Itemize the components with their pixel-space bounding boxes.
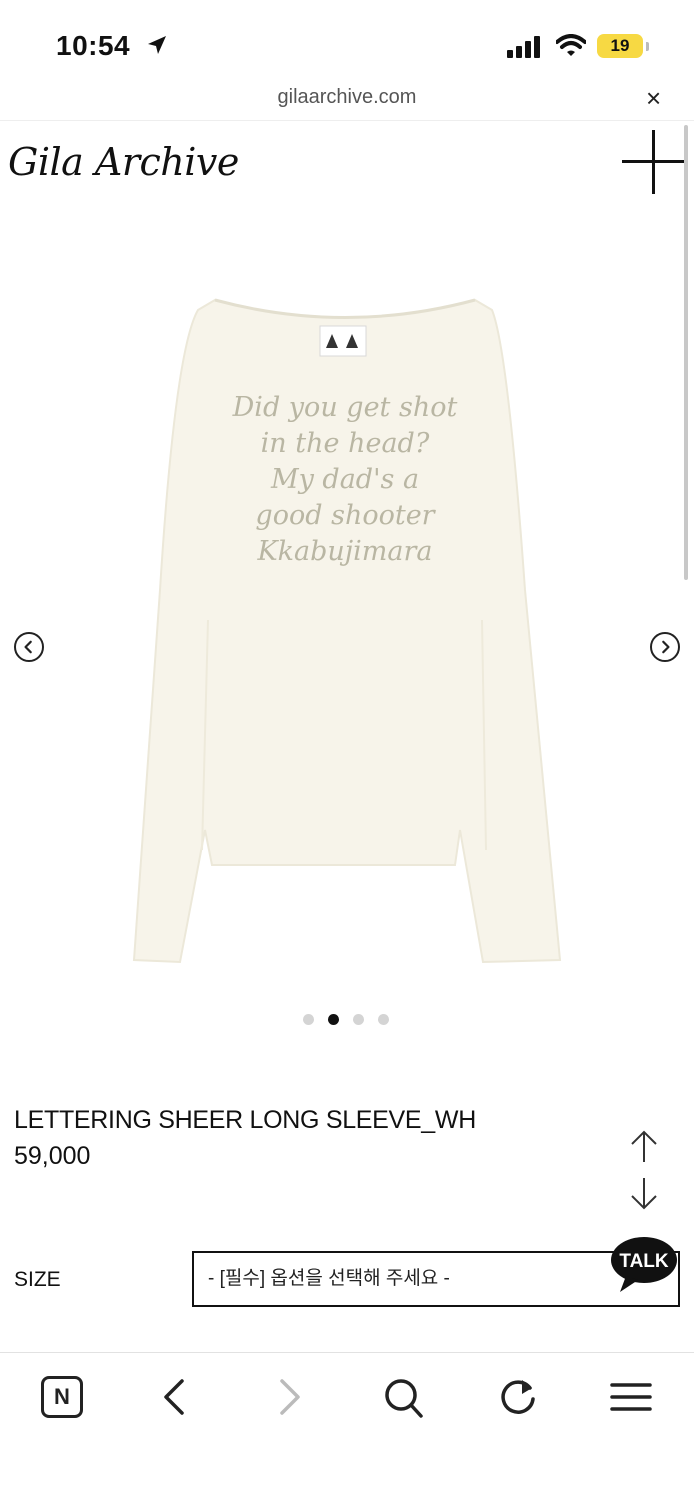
status-bar: 10:54 19	[0, 0, 694, 86]
url-text[interactable]: gilaarchive.com	[0, 86, 694, 109]
size-label: SIZE	[14, 1268, 61, 1291]
talk-label: TALK	[619, 1251, 669, 1272]
menu-icon[interactable]	[610, 1377, 652, 1417]
carousel-dot[interactable]	[303, 1014, 314, 1025]
back-icon[interactable]	[160, 1377, 190, 1417]
site-logo[interactable]: Gila Archive	[8, 140, 239, 184]
lettering-line: Kkabujimara	[257, 536, 433, 567]
carousel-dot[interactable]	[353, 1014, 364, 1025]
naver-home-icon[interactable]: N	[41, 1376, 83, 1418]
menu-plus-icon[interactable]	[622, 130, 686, 194]
scroll-down-icon[interactable]	[628, 1176, 660, 1212]
battery-indicator: 19	[597, 34, 643, 58]
refresh-icon[interactable]	[498, 1377, 538, 1419]
browser-toolbar: N	[0, 1353, 694, 1500]
lettering-line: Did you get shot	[232, 392, 458, 423]
search-icon[interactable]	[384, 1377, 424, 1421]
lettering-line: good shooter	[255, 500, 435, 531]
scroll-up-icon[interactable]	[628, 1128, 660, 1164]
divider	[0, 120, 694, 121]
url-bar: gilaarchive.com ×	[0, 85, 694, 120]
carousel-dot-active[interactable]	[328, 1014, 339, 1025]
size-select[interactable]: - [필수] 옵션을 선택해 주세요 -	[192, 1251, 680, 1307]
scroll-indicator	[684, 125, 688, 580]
carousel-next-icon[interactable]	[650, 632, 680, 662]
cellular-signal-icon	[507, 36, 540, 58]
location-arrow-icon	[148, 36, 166, 54]
carousel-dot[interactable]	[378, 1014, 389, 1025]
status-time: 10:54	[56, 30, 131, 61]
product-price: 59,000	[14, 1142, 91, 1170]
wifi-icon	[556, 34, 586, 56]
talk-chat-button[interactable]: TALK	[610, 1236, 678, 1294]
close-icon[interactable]: ×	[646, 85, 661, 111]
product-name: LETTERING SHEER LONG SLEEVE_WH	[14, 1106, 476, 1134]
shirt-lettering: Did you get shot in the head? My dad's a…	[200, 390, 490, 570]
battery-cap	[646, 42, 649, 51]
carousel-dots	[303, 1014, 389, 1025]
lettering-line: in the head?	[260, 428, 430, 459]
carousel-prev-icon[interactable]	[14, 632, 44, 662]
lettering-line: My dad's a	[270, 464, 420, 495]
forward-icon[interactable]	[274, 1377, 304, 1417]
